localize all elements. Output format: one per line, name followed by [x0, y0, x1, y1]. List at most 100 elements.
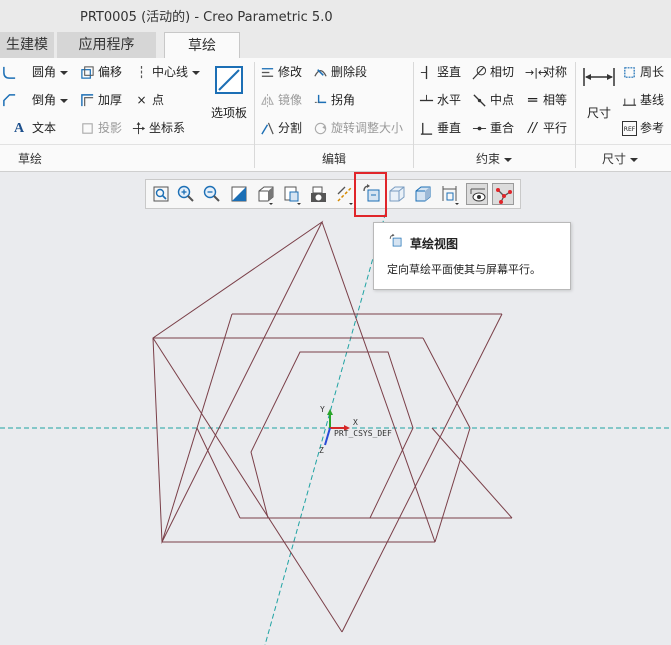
dimension-display-icon: [442, 186, 459, 205]
reference-icon: REF: [622, 121, 637, 136]
show-vertices-button[interactable]: [492, 183, 514, 205]
point-icon: ×: [136, 93, 147, 107]
project-icon: [82, 123, 93, 134]
tab-model[interactable]: 生建模: [0, 32, 54, 58]
symmetric-constraint-button[interactable]: →|←对称: [525, 61, 567, 83]
triangle-up: [152, 220, 324, 544]
text-icon: A: [14, 121, 25, 136]
equal-constraint-button[interactable]: ═ 相等: [525, 89, 567, 111]
modify-button[interactable]: 修改: [260, 61, 302, 83]
repaint-icon: [231, 186, 247, 202]
group-label-constrain[interactable]: 约束: [414, 150, 574, 167]
chamfer-button[interactable]: 倒角: [2, 89, 69, 111]
rotate-resize-button[interactable]: 旋转调整大小: [313, 117, 403, 139]
hidden-line-icon: [389, 186, 405, 202]
coincident-constraint-button[interactable]: 重合: [472, 117, 514, 139]
centerline-button[interactable]: 中心线: [134, 61, 201, 83]
horizontal-constraint-button[interactable]: 水平: [419, 89, 461, 111]
chevron-down-icon: [504, 157, 512, 162]
datum-display-icon: [337, 186, 353, 205]
group-label-dimension[interactable]: 尺寸: [580, 150, 660, 167]
reference-button[interactable]: REF 参考: [622, 117, 664, 139]
horizontal-constraint-icon: [419, 94, 434, 102]
midpoint-constraint-button[interactable]: 中点: [472, 89, 514, 111]
group-label-edit: 编辑: [321, 152, 346, 166]
saved-orientations-icon: [284, 186, 301, 205]
modify-icon: [261, 68, 274, 77]
sketch-line: [431, 427, 513, 519]
window-title: PRT0005 (活动的) - Creo Parametric 5.0: [80, 10, 333, 25]
delete-segment-button[interactable]: 删除段: [313, 61, 367, 83]
perimeter-button[interactable]: 周长: [622, 61, 664, 83]
vertical-constraint-button[interactable]: 竖直: [419, 61, 461, 83]
coordinate-system-icon: [132, 121, 146, 135]
text-button[interactable]: A 文本: [14, 117, 56, 139]
divide-button[interactable]: 分割: [260, 117, 302, 139]
vertical-constraint-icon: [420, 65, 428, 80]
parallel-constraint-button[interactable]: //平行: [525, 117, 567, 139]
corner-button[interactable]: 拐角: [313, 89, 355, 111]
dimension-button[interactable]: 尺寸: [580, 64, 618, 134]
palette-button[interactable]: 选项板: [207, 62, 251, 132]
view-manager-button[interactable]: [308, 183, 330, 205]
project-button[interactable]: 投影: [80, 117, 122, 139]
parallel-constraint-icon: //: [528, 121, 537, 136]
fillet-button[interactable]: 圆角: [2, 61, 69, 83]
refit-icon: [153, 186, 169, 202]
eye-icon: [470, 188, 486, 202]
group-divider: [575, 62, 576, 168]
zoom-out-icon: [203, 185, 220, 202]
csys-button[interactable]: 坐标系: [131, 117, 185, 139]
title-bar: PRT0005 (活动的) - Creo Parametric 5.0: [0, 0, 671, 30]
perpendicular-constraint-button[interactable]: 垂直: [419, 117, 461, 139]
no-hidden-icon: [415, 186, 431, 202]
zoom-in-button[interactable]: [175, 183, 197, 205]
tooltip-title: 草绘视图: [410, 237, 459, 251]
group-label-bar: [0, 144, 671, 145]
equal-constraint-icon: ═: [527, 91, 538, 109]
offset-button[interactable]: 偏移: [80, 61, 122, 83]
mirror-button[interactable]: 镜像: [260, 89, 302, 111]
chevron-down-icon[interactable]: [60, 98, 69, 103]
tangent-constraint-button[interactable]: 相切: [472, 61, 514, 83]
tooltip-description: 定向草绘平面使其与屏幕平行。: [387, 263, 541, 276]
saved-orientations-button[interactable]: [281, 183, 303, 205]
group-label-sketch: 草绘: [17, 152, 42, 166]
refit-button[interactable]: [150, 183, 172, 205]
chevron-down-icon[interactable]: [60, 70, 69, 75]
rotate-resize-icon: [314, 122, 327, 135]
chevron-down-icon[interactable]: [192, 70, 201, 75]
thicken-icon: [81, 94, 94, 107]
dimension-display-button[interactable]: [439, 183, 461, 205]
perimeter-icon: [624, 67, 635, 78]
thicken-button[interactable]: 加厚: [80, 89, 122, 111]
chamfer-icon: [3, 94, 16, 107]
hidden-line-button[interactable]: [386, 183, 408, 205]
vertices-icon: [496, 188, 512, 204]
palette-icon: [215, 66, 243, 94]
mirror-icon: [261, 93, 274, 108]
tangent-constraint-icon: [472, 65, 487, 80]
datum-display-button[interactable]: [334, 183, 356, 205]
coincident-constraint-icon: [472, 126, 487, 131]
csys-name-label: PRT_CSYS_DEF: [334, 429, 392, 438]
tab-applications[interactable]: 应用程序: [57, 32, 156, 58]
perpendicular-constraint-icon: [420, 122, 433, 135]
midpoint-constraint-icon: [473, 94, 486, 107]
sketch-view-icon: [389, 233, 402, 247]
corner-icon: [314, 94, 327, 104]
display-style-button[interactable]: [255, 183, 277, 205]
coordinate-system-icon: [324, 409, 350, 446]
baseline-icon: [622, 98, 637, 106]
tooltip: 草绘视图 定向草绘平面使其与屏幕平行。: [373, 222, 571, 290]
repaint-button[interactable]: [228, 183, 250, 205]
delete-segment-icon: [314, 69, 327, 77]
baseline-button[interactable]: 基线: [622, 89, 664, 111]
zoom-out-button[interactable]: [201, 183, 223, 205]
tab-sketch[interactable]: 草绘: [164, 32, 240, 59]
show-constraints-button[interactable]: [466, 183, 488, 205]
point-button[interactable]: × 点: [134, 89, 164, 111]
no-hidden-button[interactable]: [412, 183, 434, 205]
sketch-line: [196, 427, 241, 519]
centerline-icon: [140, 65, 143, 80]
